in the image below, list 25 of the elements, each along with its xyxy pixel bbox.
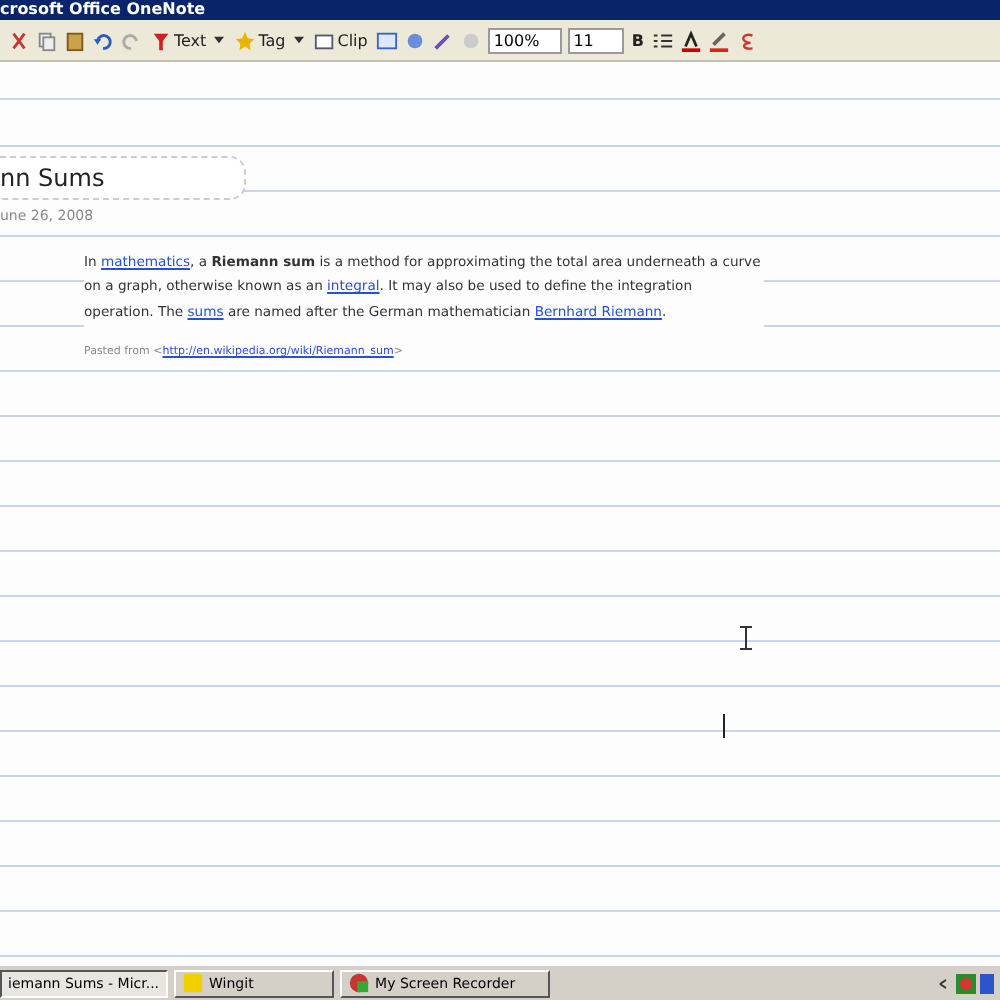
- caret-icon: [293, 36, 304, 44]
- text-caret-icon: [722, 714, 726, 738]
- cursor-icon: [740, 626, 752, 650]
- text-button[interactable]: Text: [148, 29, 227, 51]
- window-title: crosoft Office OneNote: [0, 0, 206, 18]
- pen-icon[interactable]: [431, 29, 454, 51]
- undo-icon[interactable]: [92, 29, 114, 51]
- window-icon[interactable]: [375, 29, 398, 51]
- tray-icon[interactable]: [936, 969, 996, 997]
- highlighter-icon[interactable]: [708, 29, 731, 51]
- bullets-icon[interactable]: [652, 29, 675, 51]
- clip-button[interactable]: Clip: [311, 29, 370, 51]
- copy-icon[interactable]: [36, 29, 58, 51]
- font-size-dropdown[interactable]: 11: [567, 27, 624, 53]
- page-title: nn Sums: [0, 164, 105, 192]
- font-color-icon[interactable]: [680, 29, 703, 51]
- app-icon: [181, 972, 204, 994]
- caret-icon: [214, 36, 225, 44]
- zoom-dropdown[interactable]: 100%: [487, 27, 562, 53]
- clipboard-icon[interactable]: [64, 29, 86, 51]
- bold-button[interactable]: B: [629, 31, 647, 49]
- page-title-box[interactable]: nn Sums: [0, 156, 246, 200]
- star-icon: [234, 29, 257, 51]
- tag-button[interactable]: Tag: [232, 29, 306, 51]
- screen-clip-icon: [313, 29, 336, 51]
